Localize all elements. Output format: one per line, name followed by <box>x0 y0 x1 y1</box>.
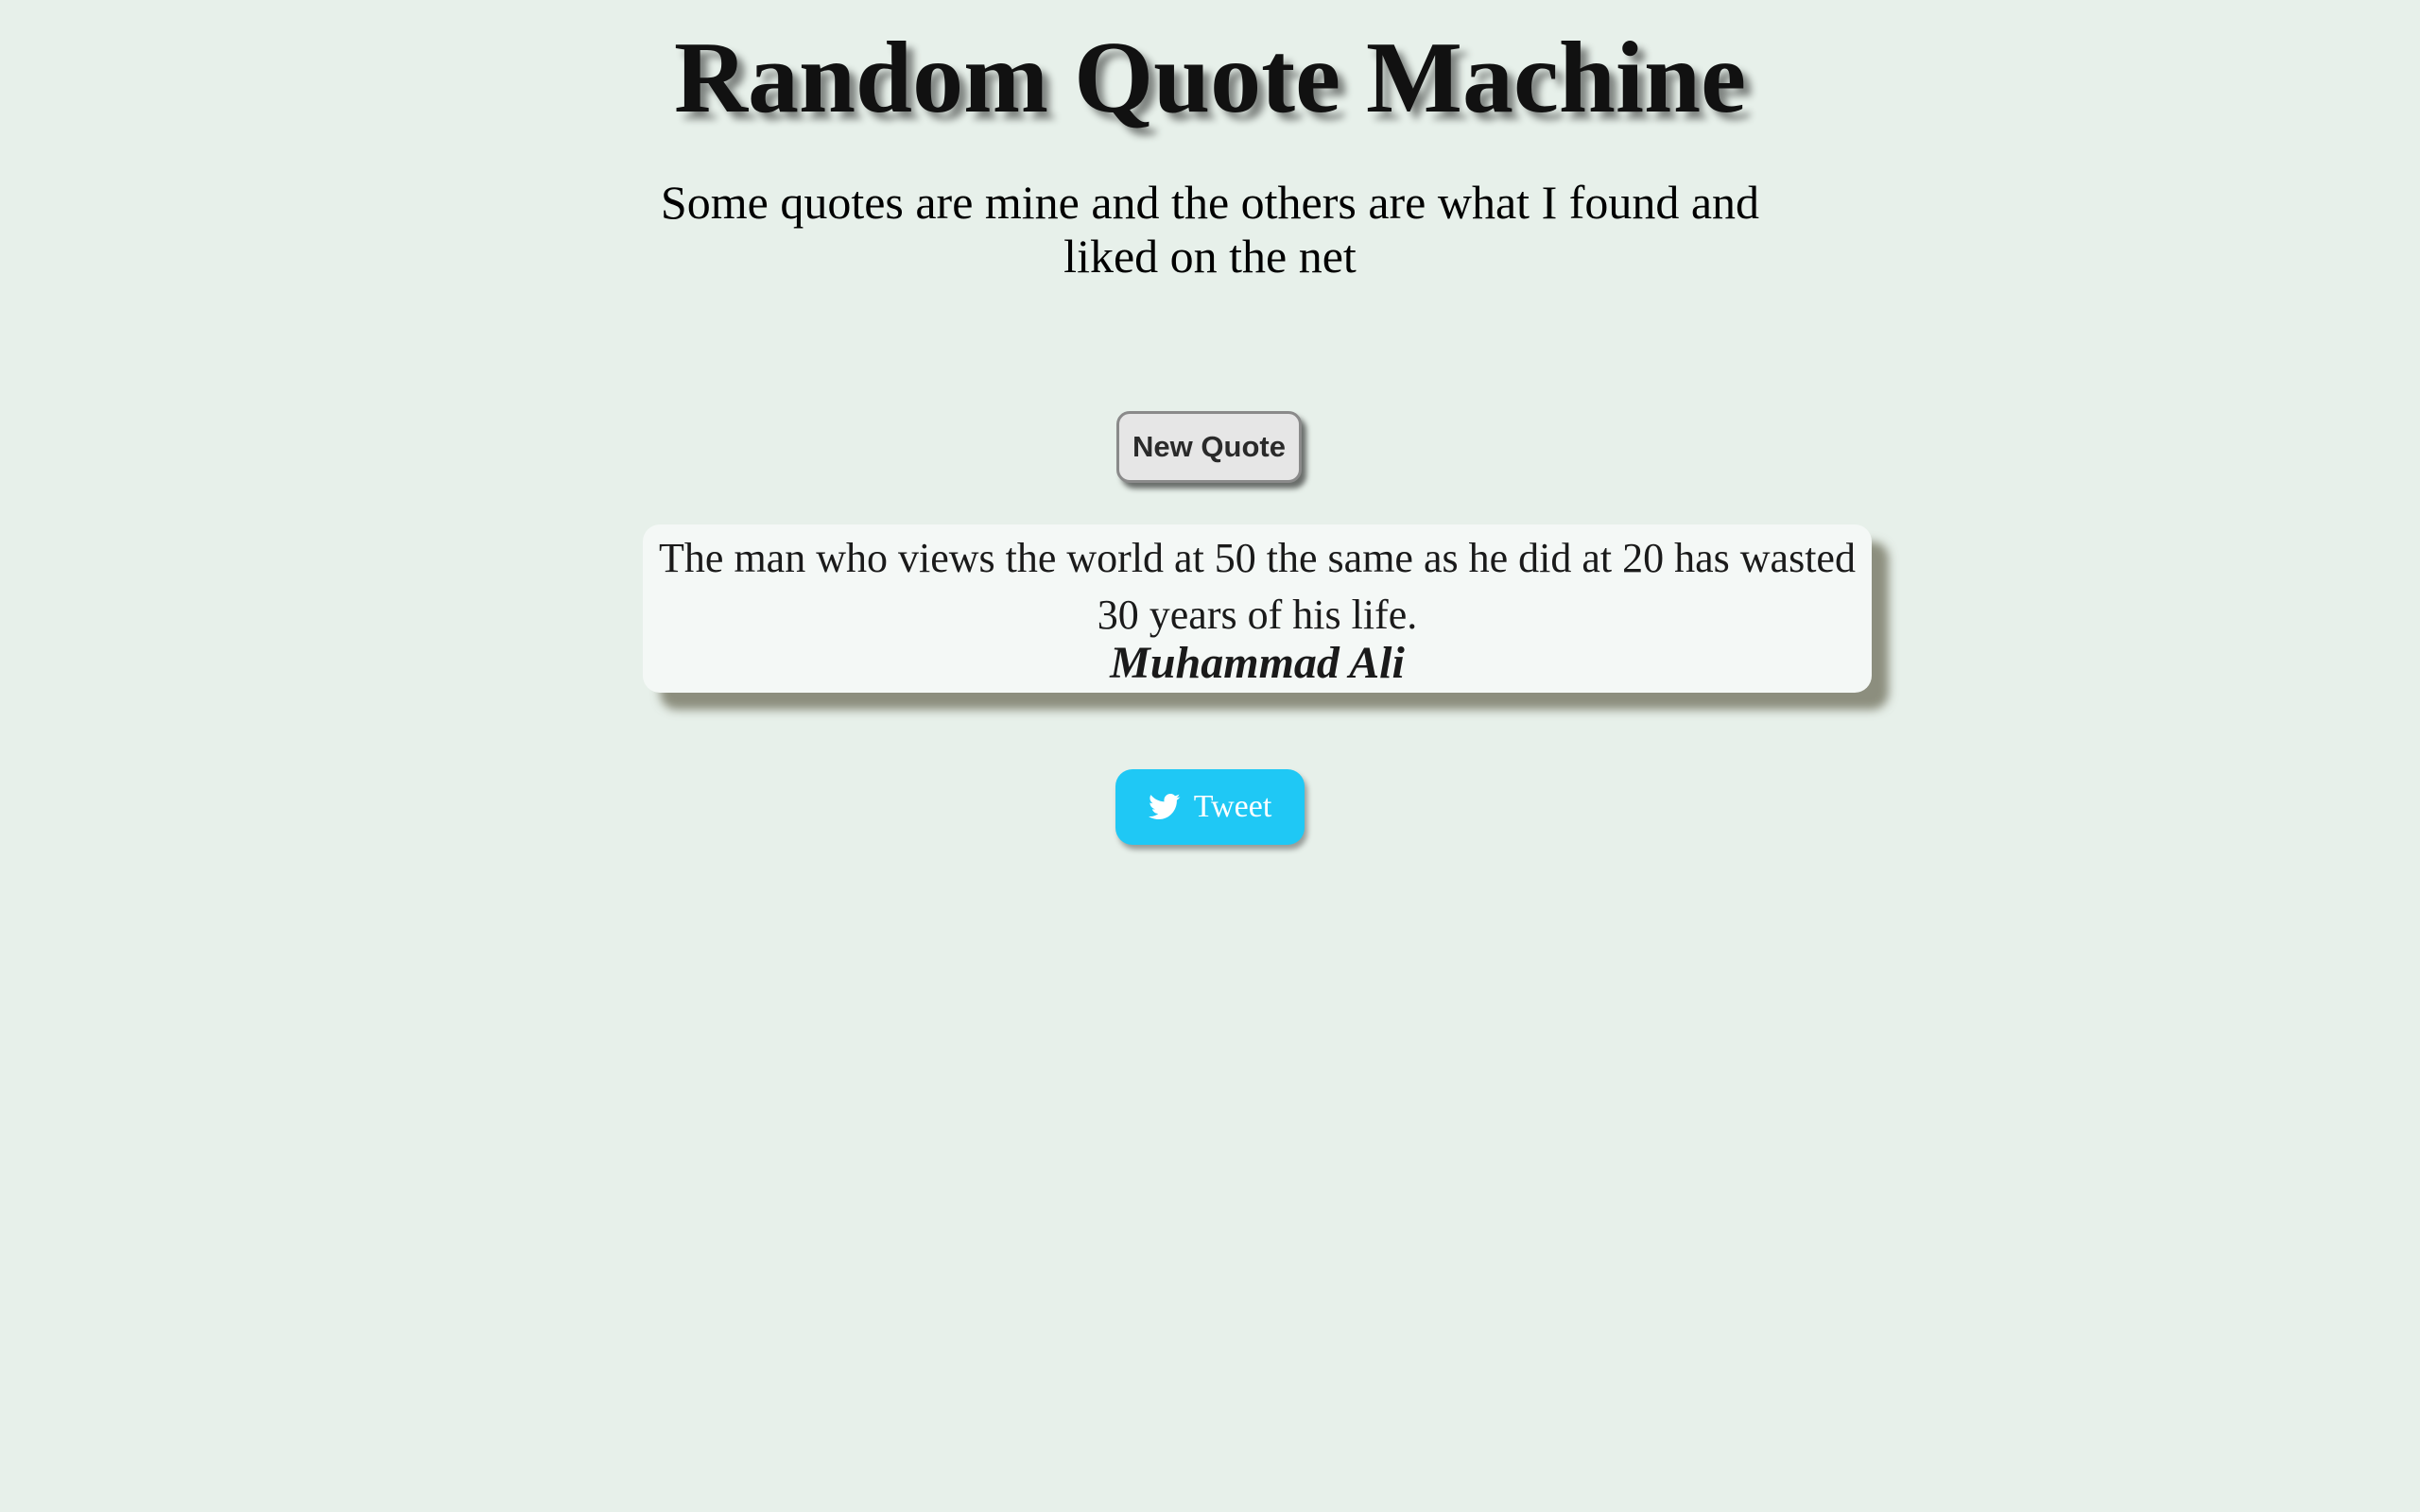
quote-author: Muhammad Ali <box>1110 638 1405 688</box>
new-quote-button[interactable]: New Quote <box>1116 411 1302 483</box>
new-quote-button-label: New Quote <box>1132 430 1286 463</box>
tweet-button-label: Tweet <box>1193 789 1272 824</box>
twitter-bird-icon <box>1148 793 1181 820</box>
page-subtitle: Some quotes are mine and the others are … <box>660 176 1760 283</box>
quote-text: The man who views the world at 50 the sa… <box>659 535 1856 638</box>
quote-box: The man who views the world at 50 the sa… <box>643 524 1872 693</box>
page-title: Random Quote Machine <box>674 22 1746 134</box>
tweet-button[interactable]: Tweet <box>1115 769 1305 845</box>
